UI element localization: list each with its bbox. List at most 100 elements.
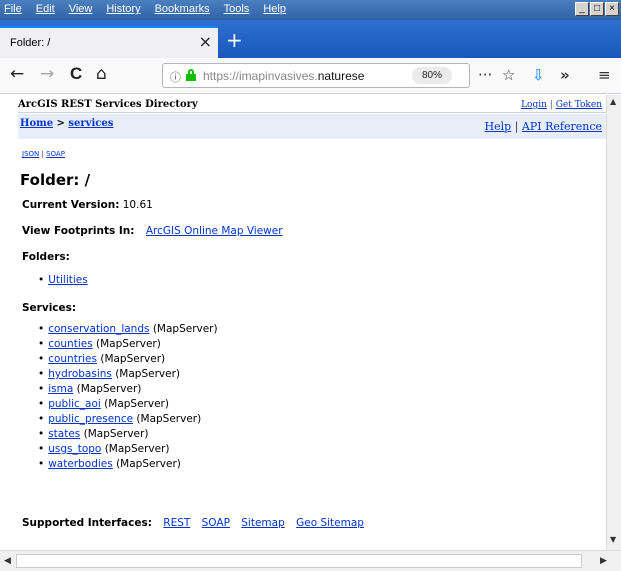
service-link[interactable]: hydrobasins <box>48 368 112 380</box>
view-footprints: View Footprints In: ArcGIS Online Map Vi… <box>22 225 283 237</box>
service-link[interactable]: countries <box>48 353 97 365</box>
service-link[interactable]: conservation_lands <box>48 323 149 335</box>
maximize-button[interactable]: □ <box>590 2 604 16</box>
scroll-up-icon[interactable]: ▲ <box>610 97 616 106</box>
current-version: Current Version: 10.61 <box>22 199 153 211</box>
current-version-value: 10.61 <box>122 199 153 211</box>
tab-title: Folder: / <box>10 37 51 49</box>
service-link[interactable]: counties <box>48 338 92 350</box>
url-text[interactable]: https://imapinvasives.naturese <box>203 69 373 83</box>
url-bar[interactable]: ⓘ https://imapinvasives.naturese 80% <box>162 63 470 88</box>
service-link[interactable]: states <box>48 428 80 440</box>
menu-help[interactable]: Help <box>263 3 286 15</box>
zoom-indicator[interactable]: 80% <box>412 67 452 84</box>
scroll-left-icon[interactable]: ◀ <box>4 556 11 566</box>
list-item: Utilities <box>38 273 88 288</box>
minimize-button[interactable]: _ <box>575 2 589 16</box>
home-icon[interactable]: ⌂ <box>96 64 107 84</box>
page-actions-icon[interactable]: ··· <box>478 66 492 84</box>
list-item: hydrobasins (MapServer) <box>38 367 218 382</box>
service-link[interactable]: usgs_topo <box>48 443 101 455</box>
close-tab-icon[interactable]: × <box>199 32 212 51</box>
folder-link-utilities[interactable]: Utilities <box>48 274 88 286</box>
service-type: (MapServer) <box>83 428 149 440</box>
list-item: isma (MapServer) <box>38 382 218 397</box>
login-link[interactable]: Login <box>521 100 547 110</box>
lock-icon[interactable] <box>186 69 196 81</box>
list-item: waterbodies (MapServer) <box>38 457 218 472</box>
horizontal-scrollbar[interactable]: ◀ ▶ <box>0 550 621 571</box>
interface-sitemap-link[interactable]: Sitemap <box>241 517 285 529</box>
service-type: (MapServer) <box>116 458 181 470</box>
forward-icon[interactable]: → <box>40 64 54 84</box>
service-link[interactable]: public_presence <box>48 413 133 425</box>
folders-heading-text: Folders: <box>22 251 70 263</box>
scrollbar-thumb[interactable] <box>16 554 582 568</box>
folders-list: Utilities <box>38 273 88 288</box>
back-icon[interactable]: ← <box>10 64 24 84</box>
view-footprints-label: View Footprints In: <box>22 225 135 237</box>
breadcrumb-bar: Home > services Help | API Reference <box>18 114 606 139</box>
soap-link[interactable]: SOAP <box>46 150 65 158</box>
help-links: Help | API Reference <box>485 120 602 133</box>
close-window-button[interactable]: × <box>605 2 619 16</box>
page-content: ArcGIS REST Services Directory Login | G… <box>0 95 606 550</box>
menu-view[interactable]: View <box>69 3 93 15</box>
service-type: (MapServer) <box>152 323 218 335</box>
interface-geo-sitemap-link[interactable]: Geo Sitemap <box>296 517 364 529</box>
service-type: (MapServer) <box>76 383 142 395</box>
directory-header: ArcGIS REST Services Directory Login | G… <box>18 97 606 113</box>
hamburger-menu-icon[interactable]: ≡ <box>598 66 611 84</box>
vertical-scrollbar[interactable]: ▲ ▼ <box>606 95 621 550</box>
scroll-down-icon[interactable]: ▼ <box>610 535 616 544</box>
new-tab-icon[interactable]: + <box>226 28 243 52</box>
downloads-icon[interactable]: ⇩ <box>532 66 545 84</box>
menu-bookmarks[interactable]: Bookmarks <box>155 3 210 15</box>
list-item: public_aoi (MapServer) <box>38 397 218 412</box>
help-link[interactable]: Help <box>485 120 512 133</box>
page-title: Folder: / <box>20 171 91 189</box>
menu: File Edit View History Bookmarks Tools H… <box>4 3 286 15</box>
tab-folder[interactable]: Folder: / × <box>0 26 218 58</box>
breadcrumb-separator: > <box>56 118 65 129</box>
separator: | <box>41 150 44 158</box>
breadcrumb-services[interactable]: services <box>68 118 113 129</box>
service-link[interactable]: isma <box>48 383 73 395</box>
services-heading-text: Services: <box>22 302 77 314</box>
api-reference-link[interactable]: API Reference <box>522 120 602 133</box>
bookmark-star-icon[interactable]: ☆ <box>502 66 515 84</box>
menu-file[interactable]: File <box>4 3 22 15</box>
services-heading: Services: <box>22 302 76 314</box>
service-type: (MapServer) <box>115 368 180 380</box>
breadcrumb: Home > services <box>20 118 113 129</box>
overflow-chevron-icon[interactable]: » <box>560 66 570 84</box>
info-icon[interactable]: ⓘ <box>170 69 181 85</box>
menu-edit[interactable]: Edit <box>36 3 55 15</box>
separator: | <box>549 100 553 110</box>
menu-history[interactable]: History <box>106 3 140 15</box>
menu-tools[interactable]: Tools <box>224 3 250 15</box>
service-type: (MapServer) <box>104 398 169 410</box>
list-item: usgs_topo (MapServer) <box>38 442 218 457</box>
service-link[interactable]: waterbodies <box>48 458 113 470</box>
list-item: countries (MapServer) <box>38 352 218 367</box>
supported-interfaces: Supported Interfaces: REST SOAP Sitemap … <box>22 517 364 529</box>
breadcrumb-home[interactable]: Home <box>20 118 53 129</box>
folders-heading: Folders: <box>22 251 70 263</box>
window-controls: _ □ × <box>575 2 619 16</box>
reload-icon[interactable]: C <box>70 64 82 84</box>
current-version-label: Current Version: <box>22 199 120 211</box>
supported-interfaces-label: Supported Interfaces: <box>22 517 152 529</box>
get-token-link[interactable]: Get Token <box>556 100 602 110</box>
service-link[interactable]: public_aoi <box>48 398 101 410</box>
service-type: (MapServer) <box>104 443 170 455</box>
tab-strip: Folder: / × + <box>0 20 621 58</box>
interface-soap-link[interactable]: SOAP <box>202 517 230 529</box>
service-type: (MapServer) <box>96 338 161 350</box>
scroll-right-icon[interactable]: ▶ <box>600 556 607 566</box>
list-item: conservation_lands (MapServer) <box>38 322 218 337</box>
menu-bar: File Edit View History Bookmarks Tools H… <box>0 0 621 20</box>
arcgis-online-viewer-link[interactable]: ArcGIS Online Map Viewer <box>146 225 283 237</box>
json-link[interactable]: JSON <box>22 150 39 158</box>
interface-rest-link[interactable]: REST <box>163 517 190 529</box>
